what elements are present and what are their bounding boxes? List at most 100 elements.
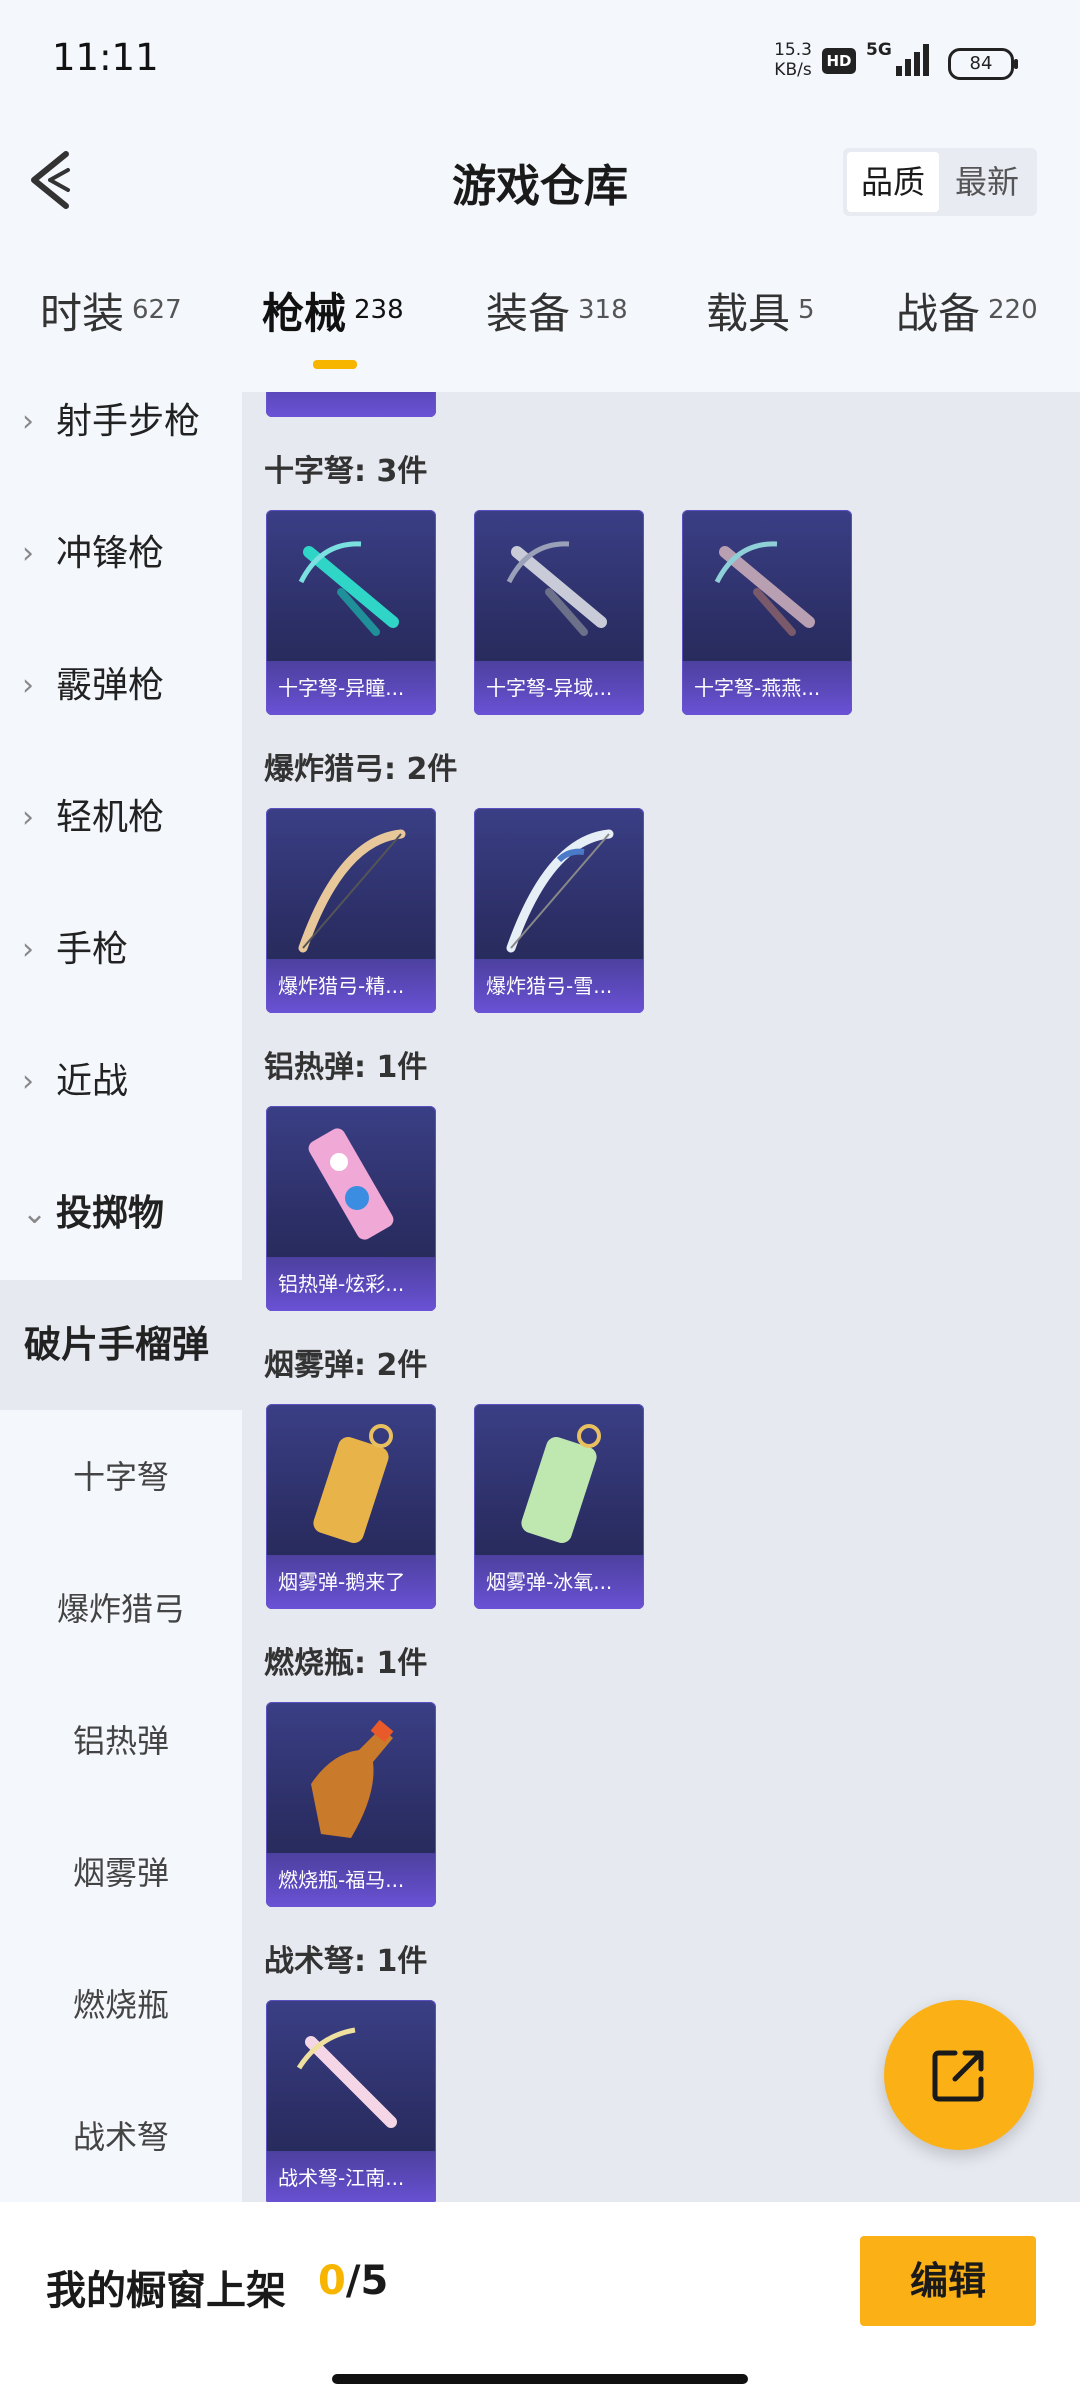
showcase-total: /5: [345, 2258, 389, 2304]
chevron-right-icon: ›: [22, 404, 34, 439]
tab-count: 627: [132, 294, 182, 325]
item-name: 十字弩-异域...: [474, 661, 644, 715]
sidebar-item-label: 破片手榴弹: [24, 1323, 209, 1366]
status-time: 11:11: [52, 36, 159, 79]
crossbow-icon: [298, 541, 399, 636]
chevron-right-icon: ›: [22, 1064, 34, 1099]
sidebar-item-molotov[interactable]: 燃烧瓶: [0, 1940, 242, 2070]
active-tab-indicator: [313, 360, 357, 369]
tab-vehicles[interactable]: 载具 5: [706, 280, 815, 380]
battery-icon: 84: [948, 48, 1018, 80]
sort-option-latest[interactable]: 最新: [941, 152, 1033, 212]
edit-button[interactable]: 编辑: [860, 2236, 1036, 2326]
sidebar-item-thermite[interactable]: 铝热弹: [0, 1676, 242, 1806]
sidebar-item-crossbow[interactable]: 十字弩: [0, 1412, 242, 1542]
crossbow-icon: [506, 541, 607, 636]
item-name: 战术弩-江南...: [266, 2151, 436, 2202]
sidebar-item-smg[interactable]: › 冲锋枪: [0, 489, 242, 619]
sidebar-item-explosive-bow[interactable]: 爆炸猎弓: [0, 1544, 242, 1674]
section-title-tactical-crossbow: 战术弩: 1件: [264, 1944, 428, 1979]
tactical-crossbow-icon: [296, 2027, 397, 2128]
tab-label: 载具: [706, 289, 791, 338]
chevron-right-icon: ›: [22, 668, 34, 703]
crossbow-icon: [714, 541, 815, 636]
bow-icon: [298, 829, 406, 953]
sidebar-item-label: 十字弩: [72, 1458, 169, 1496]
item-card[interactable]: 爆炸猎弓-精...: [266, 808, 436, 1013]
item-card[interactable]: 爆炸猎弓-雪...: [474, 808, 644, 1013]
tab-count: 220: [988, 294, 1038, 325]
sort-toggle: 品质 最新: [843, 148, 1037, 216]
item-card[interactable]: 十字弩-燕燕...: [682, 510, 852, 715]
item-card[interactable]: 烟雾弹-鹅来了: [266, 1404, 436, 1609]
item-card[interactable]: 战术弩-江南...: [266, 2000, 436, 2202]
sidebar-item-label: 近战: [56, 1061, 129, 1102]
item-card[interactable]: 烟雾弹-冰氧...: [474, 1404, 644, 1609]
sidebar-item-smoke[interactable]: 烟雾弹: [0, 1808, 242, 1938]
tab-supplies[interactable]: 战备 220: [896, 280, 1038, 380]
sidebar-item-label: 手枪: [56, 929, 129, 970]
category-tabs: 时装 627 枪械 238 装备 318 载具 5 战备 220: [0, 280, 1080, 390]
sidebar-item-label: 霰弹枪: [56, 665, 165, 706]
back-arrow-icon: [31, 151, 70, 209]
tab-label: 时装: [40, 289, 125, 338]
share-icon: [932, 2050, 984, 2102]
item-card-partial[interactable]: [266, 392, 436, 417]
item-name: 铝热弹-炫彩...: [266, 1257, 436, 1311]
sidebar-item-lmg[interactable]: › 轻机枪: [0, 753, 242, 883]
sidebar-item-shotgun[interactable]: › 霰弹枪: [0, 621, 242, 751]
section-title-crossbow: 十字弩: 3件: [264, 454, 428, 489]
network-speed-unit: KB/s: [774, 60, 812, 80]
signal-icon: [896, 42, 936, 76]
item-name: 燃烧瓶-福马...: [266, 1853, 436, 1907]
sidebar-item-throwables[interactable]: ⌄ 投掷物: [0, 1149, 242, 1279]
sidebar-item-label: 烟雾弹: [72, 1854, 169, 1892]
tab-count: 318: [578, 294, 628, 325]
section-title-thermite: 铝热弹: 1件: [264, 1050, 428, 1085]
network-type: 5G: [866, 40, 892, 60]
bow-icon: [506, 829, 614, 953]
sidebar-item-tactical-crossbow[interactable]: 战术弩: [0, 2072, 242, 2202]
share-button[interactable]: [884, 2000, 1034, 2150]
section-title-explosive-bow: 爆炸猎弓: 2件: [264, 752, 458, 787]
tab-fashion[interactable]: 时装 627: [40, 280, 182, 380]
sidebar-item-marksman-rifle[interactable]: › 射手步枪: [0, 392, 242, 487]
tab-label: 战备: [896, 289, 981, 338]
chevron-right-icon: ›: [22, 536, 34, 571]
tab-equipment[interactable]: 装备 318: [486, 280, 628, 380]
item-card[interactable]: 铝热弹-炫彩...: [266, 1106, 436, 1311]
item-grid[interactable]: 十字弩: 3件 十字弩-异瞳... 十字弩-异域... 十字弩-燕燕... 爆炸…: [242, 392, 1080, 2202]
sidebar-item-label: 爆炸猎弓: [56, 1590, 185, 1628]
home-indicator[interactable]: [332, 2374, 748, 2384]
tab-count: 238: [354, 294, 404, 325]
sidebar-item-label: 冲锋枪: [56, 533, 165, 574]
sidebar-item-label: 燃烧瓶: [72, 1986, 169, 2024]
item-name: 烟雾弹-鹅来了: [266, 1555, 436, 1609]
item-name: 烟雾弹-冰氧...: [474, 1555, 644, 1609]
sidebar-item-label: 射手步枪: [56, 401, 201, 442]
tab-count: 5: [798, 294, 815, 325]
network-speed: 15.3 KB/s: [770, 40, 816, 80]
showcase-label: 我的橱窗上架: [46, 2268, 286, 2314]
item-card[interactable]: 十字弩-异瞳...: [266, 510, 436, 715]
sidebar-item-frag-grenade[interactable]: 破片手榴弹: [0, 1280, 242, 1410]
sidebar-item-pistol[interactable]: › 手枪: [0, 885, 242, 1015]
sidebar-item-label: 轻机枪: [56, 797, 165, 838]
sidebar-item-label: 投掷物: [56, 1193, 165, 1234]
sidebar[interactable]: › 射手步枪 › 冲锋枪 › 霰弹枪 › 轻机枪 › 手枪 › 近战 ⌄ 投掷物…: [0, 392, 242, 2202]
tab-label: 枪械: [262, 289, 347, 338]
chevron-down-icon: ⌄: [22, 1196, 48, 1231]
chevron-right-icon: ›: [22, 800, 34, 835]
item-card[interactable]: 燃烧瓶-福马...: [266, 1702, 436, 1907]
sidebar-item-melee[interactable]: › 近战: [0, 1017, 242, 1147]
network-speed-value: 15.3: [774, 40, 812, 60]
sidebar-item-label: 铝热弹: [72, 1722, 169, 1760]
back-button[interactable]: [24, 148, 84, 212]
sidebar-item-label: 战术弩: [72, 2118, 169, 2156]
status-bar: 11:11 15.3 KB/s HD 5G 84: [0, 0, 1080, 120]
smoke-grenade-icon: [313, 1424, 393, 1543]
item-card[interactable]: 十字弩-异域...: [474, 510, 644, 715]
hd-badge: HD: [822, 48, 856, 74]
item-name: 十字弩-异瞳...: [266, 661, 436, 715]
sort-option-quality[interactable]: 品质: [847, 152, 939, 212]
